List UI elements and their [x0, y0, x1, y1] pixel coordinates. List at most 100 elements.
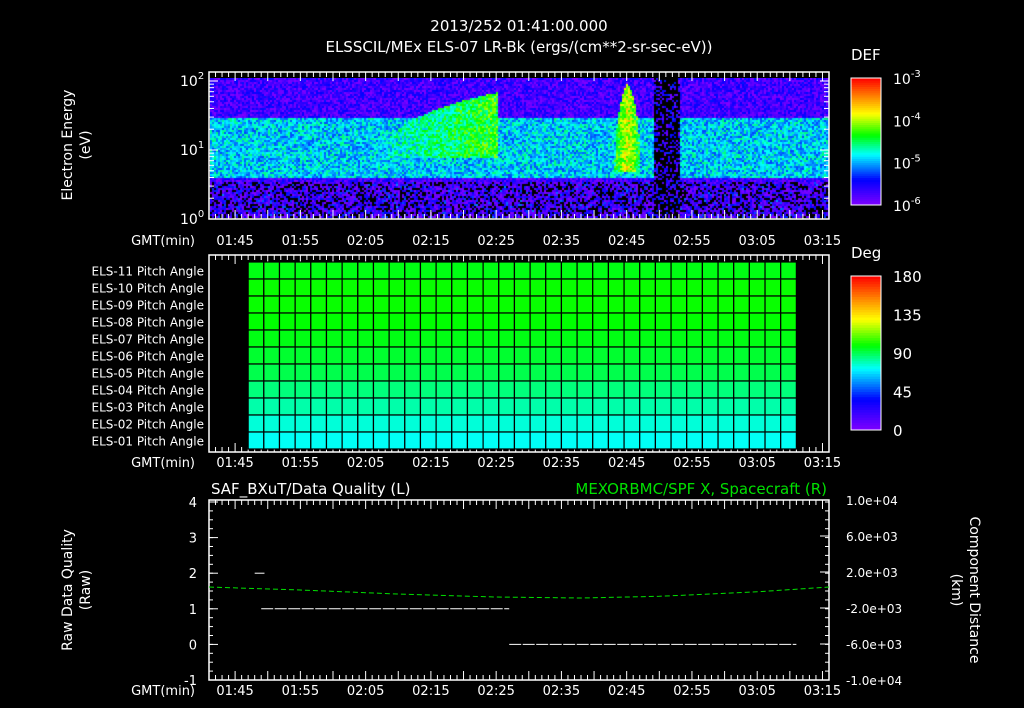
pitch-angle-cell — [733, 346, 750, 365]
pitch-angle-cell — [372, 346, 390, 365]
pitch-angle-cell — [451, 261, 469, 280]
pitch-angle-cell — [357, 397, 375, 416]
time-tick-label: 03:15 — [804, 456, 841, 471]
pitch-angle-cell — [466, 329, 484, 348]
pitch-angle-cell — [388, 397, 406, 416]
pitch-angle-cell — [278, 363, 296, 382]
pitch-angle-cell — [529, 312, 547, 331]
pitch-angle-cell — [451, 278, 469, 297]
left-tick-label: 4 — [189, 496, 197, 511]
pitch-angle-cell — [764, 414, 782, 433]
pitch-angle-cell — [780, 363, 797, 382]
pitch-angle-cell — [576, 278, 594, 297]
pitch-angle-cell — [513, 278, 531, 297]
pitch-angle-cell — [639, 363, 656, 382]
pitch-angle-cell — [748, 380, 766, 399]
pitch-angle-cell — [498, 414, 516, 433]
pitch-angle-cell — [466, 278, 484, 297]
pitch-angle-cell — [623, 329, 641, 348]
pitch-angle-cell — [686, 278, 703, 297]
pitch-angle-cell — [263, 261, 281, 280]
deg-colorbar-tick-label: 0 — [893, 422, 903, 440]
pitch-angle-cell — [686, 312, 703, 331]
pitch-angle-cell — [717, 431, 735, 450]
time-tick-label: 02:15 — [412, 456, 449, 471]
pitch-angle-cell — [623, 261, 641, 280]
pitch-angle-cell — [513, 397, 531, 416]
time-tick-label: 02:35 — [543, 234, 580, 249]
pitch-angle-cell — [404, 312, 422, 331]
time-tick-label: 02:45 — [608, 684, 645, 699]
pitch-angle-cell — [592, 363, 610, 382]
pitch-angle-cell — [278, 312, 296, 331]
right-series-title: MEXORBMC/SPF X, Spacecraft (R) — [575, 480, 827, 498]
time-tick-label: 02:55 — [673, 684, 710, 699]
pitch-angle-cell — [592, 380, 610, 399]
pitch-angle-cell — [263, 329, 281, 348]
pitch-angle-cell — [717, 261, 735, 280]
pitch-angle-cell — [451, 346, 469, 365]
pitch-angle-cell — [529, 363, 547, 382]
energy-tick-label: 102 — [180, 71, 204, 90]
pitch-angle-cell — [607, 278, 625, 297]
pitch-angle-cell — [748, 261, 766, 280]
pitch-angle-cell — [388, 363, 406, 382]
pitch-angle-cell — [357, 278, 375, 297]
pitch-angle-cell — [639, 380, 656, 399]
pitch-angle-cell — [404, 346, 422, 365]
data-quality-frame — [208, 499, 830, 681]
pitch-angle-cell — [341, 431, 359, 450]
deg-colorbar-tick-label: 135 — [893, 307, 922, 325]
pitch-angle-cell — [278, 261, 296, 280]
pitch-angle-cell — [513, 346, 531, 365]
pitch-angle-cell — [701, 329, 719, 348]
pitch-angle-cell — [623, 363, 641, 382]
pitch-angle-cell — [623, 295, 641, 314]
pitch-angle-cell — [529, 380, 547, 399]
pitch-angle-cell — [607, 329, 625, 348]
pitch-angle-cell — [764, 380, 782, 399]
left-axis-units: (Raw) — [78, 570, 94, 610]
pitch-angle-cell — [325, 329, 343, 348]
pitch-angle-cell — [701, 397, 719, 416]
pitch-angle-cell — [733, 363, 750, 382]
pitch-angle-cell — [247, 329, 265, 348]
pitch-angle-cell — [388, 380, 406, 399]
pitch-angle-cell — [310, 431, 328, 450]
right-axis-label: Component Distance — [966, 517, 982, 664]
pitch-angle-cell — [310, 363, 328, 382]
energy-axis-label: Electron Energy — [60, 90, 76, 201]
time-tick-label: 02:15 — [412, 234, 449, 249]
pitch-angle-cell — [435, 312, 453, 331]
pitch-angle-cell — [717, 397, 735, 416]
pitch-angle-cell — [404, 414, 422, 433]
time-tick-label: 02:55 — [673, 234, 710, 249]
pitch-angle-cell — [341, 329, 359, 348]
pitch-angle-cell — [607, 346, 625, 365]
pitch-angle-cell — [560, 346, 578, 365]
time-tick-label: 01:45 — [216, 456, 253, 471]
pitch-angle-cell — [372, 363, 390, 382]
pitch-angle-cell — [686, 380, 703, 399]
pitch-angle-cell — [654, 329, 672, 348]
plot-canvas: 2013/252 01:41:00.000 ELSSCIL/MEx ELS-07… — [60, 17, 982, 699]
pitch-angle-cell — [764, 363, 782, 382]
pitch-angle-cell — [670, 295, 688, 314]
pitch-angle-cell — [372, 431, 390, 450]
pitch-angle-cell — [717, 329, 735, 348]
pitch-angle-cell — [419, 346, 437, 365]
pitch-angle-cell — [435, 346, 453, 365]
pitch-angle-cell — [435, 261, 453, 280]
pitch-angle-cell — [560, 431, 578, 450]
pitch-angle-cell — [513, 414, 531, 433]
pitch-angle-cell — [498, 346, 516, 365]
pitch-angle-cell — [498, 295, 516, 314]
pitch-angle-cell — [560, 278, 578, 297]
pitch-angle-cell — [404, 295, 422, 314]
pitch-angle-cell — [404, 397, 422, 416]
pitch-angle-cell — [748, 312, 766, 331]
time-tick-label: 02:25 — [477, 456, 514, 471]
pitch-angle-cell — [482, 414, 500, 433]
pitch-angle-cell — [388, 414, 406, 433]
right-tick-label: -6.0e+03 — [846, 638, 902, 652]
